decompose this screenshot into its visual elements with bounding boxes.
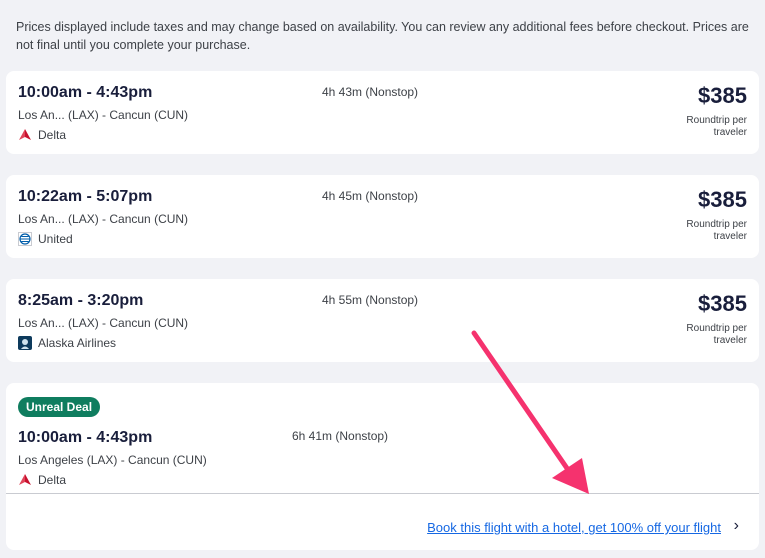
price-subtext: Roundtrip per traveler [686, 219, 747, 242]
flight-duration: 6h 41m (Nonstop) [292, 429, 389, 443]
airline-name: United [38, 232, 73, 246]
flight-price: $385 [698, 83, 747, 108]
flight-price: $385 [698, 291, 747, 316]
delta-logo-icon [18, 473, 32, 487]
flight-route: Los Angeles (LAX) - Cancun (CUN) [18, 453, 207, 467]
flight-route: Los An... (LAX) - Cancun (CUN) [18, 316, 189, 330]
price-subtext: Roundtrip per traveler [686, 115, 747, 138]
airline-row: Delta [18, 473, 66, 487]
flight-duration: 4h 55m (Nonstop) [322, 293, 419, 307]
airline-name: Delta [38, 473, 67, 487]
united-logo-icon [18, 232, 32, 246]
flight-duration: 4h 45m (Nonstop) [322, 189, 419, 203]
chevron-right-icon[interactable]: › [734, 517, 739, 535]
flight-duration: 4h 43m (Nonstop) [322, 85, 419, 99]
price-notice: Prices displayed include taxes and may c… [16, 20, 749, 52]
airline-row: United [18, 232, 73, 246]
airline-name: Delta [38, 128, 67, 142]
airline-row: Delta [18, 128, 66, 142]
delta-logo-icon [18, 128, 32, 142]
flight-route: Los An... (LAX) - Cancun (CUN) [18, 108, 189, 122]
flight-time: 8:25am - 3:20pm [18, 292, 144, 309]
alaska-logo-icon [18, 336, 32, 350]
airline-row: Alaska Airlines [18, 336, 116, 350]
flight-card[interactable]: 10:00am - 4:43pm Los An... (LAX) - Cancu… [6, 71, 759, 154]
unreal-deal-badge: Unreal Deal [18, 397, 101, 417]
flight-card[interactable]: 10:22am - 5:07pm Los An... (LAX) - Cancu… [6, 175, 759, 258]
price-subtext: Roundtrip per traveler [686, 323, 747, 346]
flight-time: 10:22am - 5:07pm [18, 188, 153, 205]
airline-name: Alaska Airlines [38, 336, 117, 350]
divider [6, 493, 759, 494]
deal-flight-card[interactable]: Unreal Deal 10:00am - 4:43pm Los Angeles… [6, 383, 759, 550]
flight-route: Los An... (LAX) - Cancun (CUN) [18, 212, 189, 226]
flight-time: 10:00am - 4:43pm [18, 429, 153, 446]
flight-time: 10:00am - 4:43pm [18, 84, 153, 101]
hotel-bundle-link[interactable]: Book this flight with a hotel, get 100% … [427, 520, 721, 535]
flight-price: $385 [698, 187, 747, 212]
flight-card[interactable]: 8:25am - 3:20pm Los An... (LAX) - Cancun… [6, 279, 759, 362]
